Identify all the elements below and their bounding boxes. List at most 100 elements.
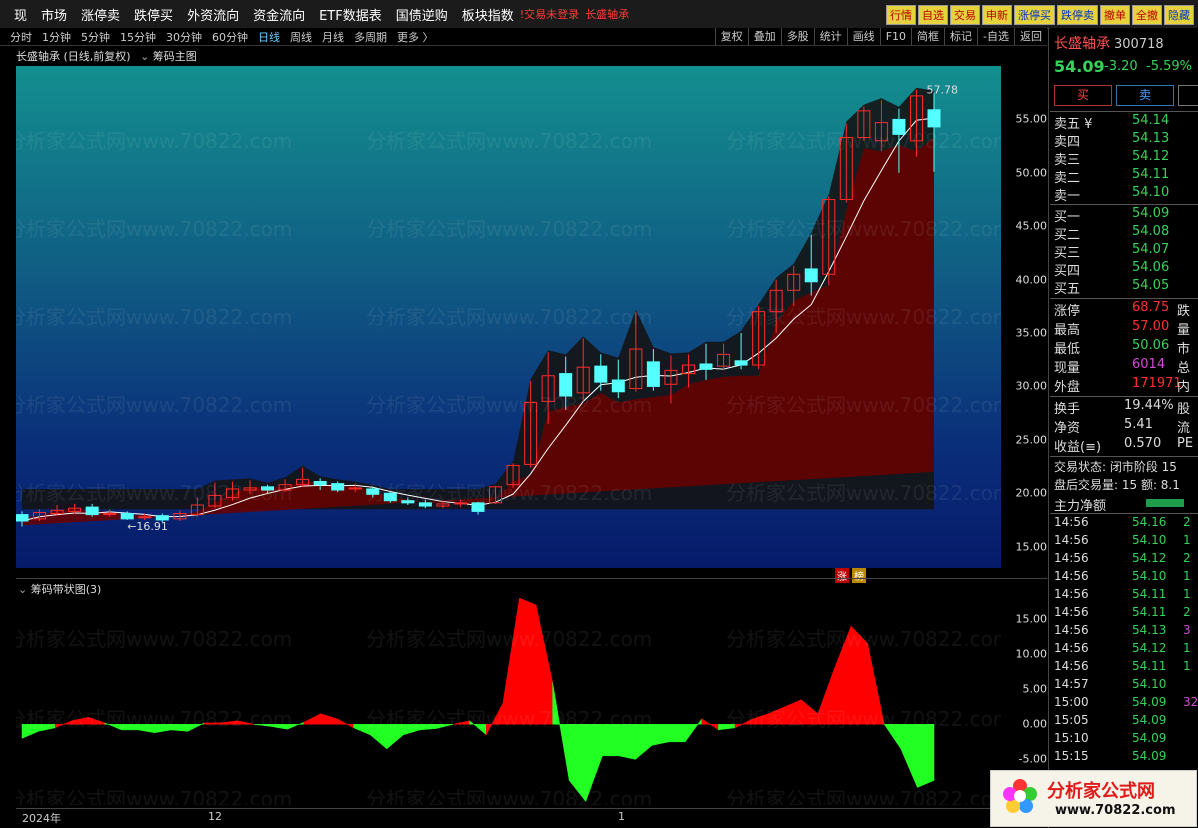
stat-extra: 市 <box>1177 342 1191 357</box>
timeframe-tab[interactable]: 更多 〉 <box>397 29 434 45</box>
main-indicator-name[interactable]: 筹码主图 <box>153 50 197 63</box>
area-segment <box>320 713 338 725</box>
quick-button[interactable]: 隐藏 <box>1164 5 1194 25</box>
menu-item[interactable]: 国债逆购 <box>396 5 448 24</box>
menu-item[interactable]: 跌停买 <box>134 5 173 24</box>
stat-row: 净资 5.41 流 <box>1054 417 1198 436</box>
timeframe-tab[interactable]: 日线 <box>258 29 280 45</box>
timeframe-tab[interactable]: 周线 <box>290 29 312 45</box>
price-tick-label: 50.00 <box>1015 166 1048 180</box>
ask-row[interactable]: 卖三 54.12 <box>1054 149 1198 168</box>
toolbar-button[interactable]: 返回 <box>1014 28 1047 45</box>
value-tick-label: 5.00 <box>1022 682 1048 696</box>
tick-row: 14:56 54.16 2 <box>1054 515 1198 533</box>
timeframe-tab[interactable]: 分时 <box>10 29 32 45</box>
tick-price: 54.16 <box>1132 515 1167 529</box>
ask-row[interactable]: 卖一 54.10 <box>1054 185 1198 204</box>
panel-divider <box>1048 28 1049 828</box>
tick-price: 54.12 <box>1132 551 1167 565</box>
toolbar-button[interactable]: 标记 <box>944 28 977 45</box>
price-tick-label: 45.00 <box>1015 219 1048 233</box>
logo-title: 分析家公式网 <box>1047 781 1155 802</box>
bid-row[interactable]: 买二 54.08 <box>1054 224 1198 243</box>
tick-row: 14:56 54.11 1 <box>1054 587 1198 605</box>
value-tick-label: 15.00 <box>1015 612 1048 626</box>
tick-volume: 1 <box>1183 641 1191 655</box>
main-candlestick-chart[interactable]: 57.78 ←16.91 分析家公式网www.70822.com 分析家公式网www.… <box>16 66 1001 568</box>
ask-row[interactable]: 卖五 ¥ 54.14 <box>1054 113 1198 132</box>
toolbar-button[interactable]: 多股 <box>780 28 814 45</box>
main-net-label: 主力净额 <box>1054 495 1198 514</box>
bid-row[interactable]: 买四 54.06 <box>1054 260 1198 279</box>
timeframe-tab[interactable]: 5分钟 <box>81 29 110 45</box>
quick-button[interactable]: 自选 <box>918 5 948 25</box>
timeframe-tab[interactable]: 1分钟 <box>42 29 71 45</box>
quick-button[interactable]: 全撤 <box>1132 5 1162 25</box>
site-logo: 分析家公式网 www.70822.com <box>990 770 1197 827</box>
bid-row[interactable]: 买一 54.09 <box>1054 206 1198 225</box>
chevron-down-icon[interactable]: ⌄ <box>140 50 149 63</box>
tick-time: 14:56 <box>1054 605 1089 619</box>
sell-button[interactable]: 卖 <box>1116 85 1174 106</box>
value-tick-label: -5.00 <box>1018 752 1047 766</box>
quick-button[interactable]: 跌停卖 <box>1057 5 1098 25</box>
timeframe-tab[interactable]: 多周期 <box>354 29 387 45</box>
quick-button[interactable]: 行情 <box>886 5 916 25</box>
tick-row: 14:56 54.11 1 <box>1054 659 1198 677</box>
stat-value: 6014 <box>1132 357 1166 372</box>
timeframe-tab[interactable]: 15分钟 <box>120 29 156 45</box>
stat-label: 收益(≡) <box>1054 440 1102 455</box>
quick-button[interactable]: 撤单 <box>1100 5 1130 25</box>
menu-item[interactable]: 现 <box>14 5 27 24</box>
stat-extra: 量 <box>1177 323 1191 338</box>
toolbar-button[interactable]: 叠加 <box>747 28 781 45</box>
watermark-text: 分析家公式网www.70822.com <box>366 481 652 505</box>
stat-row: 现量 6014 总 <box>1054 357 1198 376</box>
sub-area-chart[interactable]: 分析家公式网www.70822.com 分析家公式网www.70822.com 分析… <box>16 598 1001 805</box>
sub-chart-name[interactable]: 筹码带状图(3) <box>31 583 102 596</box>
tick-row: 15:10 54.09 <box>1054 731 1198 749</box>
tick-row: 15:05 54.09 <box>1054 713 1198 731</box>
tick-time: 15:00 <box>1054 695 1089 709</box>
toolbar-button[interactable]: 画线 <box>846 28 880 45</box>
toolbar-button[interactable]: 统计 <box>813 28 847 45</box>
stat-value: 50.06 <box>1132 338 1170 353</box>
value-tick-label: 0.00 <box>1022 717 1048 731</box>
menu-item[interactable]: ETF数据表 <box>319 5 382 24</box>
menu-item[interactable]: 外资流向 <box>187 5 239 24</box>
tick-price: 54.09 <box>1132 695 1167 709</box>
menu-item[interactable]: 市场 <box>41 5 67 24</box>
quick-button[interactable]: 申新 <box>982 5 1012 25</box>
bid-price: 54.09 <box>1132 206 1170 221</box>
menu-item[interactable]: 资金流向 <box>253 5 305 24</box>
toolbar-button[interactable]: F10 <box>879 28 911 45</box>
menu-item[interactable]: 涨停卖 <box>81 5 120 24</box>
candle-body <box>85 506 99 516</box>
timeframe-tab[interactable]: 30分钟 <box>166 29 202 45</box>
ask-row[interactable]: 卖四 54.13 <box>1054 131 1198 150</box>
toolbar-button[interactable]: -自选 <box>977 28 1014 45</box>
tick-time: 14:57 <box>1054 677 1089 691</box>
timeframe-tab[interactable]: 月线 <box>322 29 344 45</box>
watermark-text: 分析家公式网www.70822.com <box>726 217 1001 241</box>
logo-url: www.70822.com <box>1055 803 1176 818</box>
stat-extra: 股 <box>1177 402 1191 417</box>
bid-row[interactable]: 买三 54.07 <box>1054 242 1198 261</box>
login-warning[interactable]: !交易未登录 <box>520 6 579 22</box>
chevron-down-icon[interactable]: ⌄ <box>18 583 27 596</box>
quick-button[interactable]: 交易 <box>950 5 980 25</box>
stock-name: 长盛轴承 <box>1054 36 1110 52</box>
quick-button[interactable]: 涨停买 <box>1014 5 1055 25</box>
menu-item[interactable]: 板块指数 <box>462 5 514 24</box>
ask-row[interactable]: 卖二 54.11 <box>1054 167 1198 186</box>
tick-volume: 1 <box>1183 659 1191 673</box>
timeframe-tab[interactable]: 60分钟 <box>212 29 248 45</box>
bid-row[interactable]: 买五 54.05 <box>1054 278 1198 297</box>
stat-row: 换手 19.44% 股 <box>1054 398 1198 417</box>
more-button[interactable] <box>1178 85 1198 106</box>
toolbar-button[interactable]: 简框 <box>911 28 944 45</box>
toolbar-button[interactable]: 复权 <box>714 28 748 45</box>
candle-body <box>611 379 625 393</box>
candle-body <box>331 483 345 491</box>
buy-button[interactable]: 买 <box>1054 85 1112 106</box>
